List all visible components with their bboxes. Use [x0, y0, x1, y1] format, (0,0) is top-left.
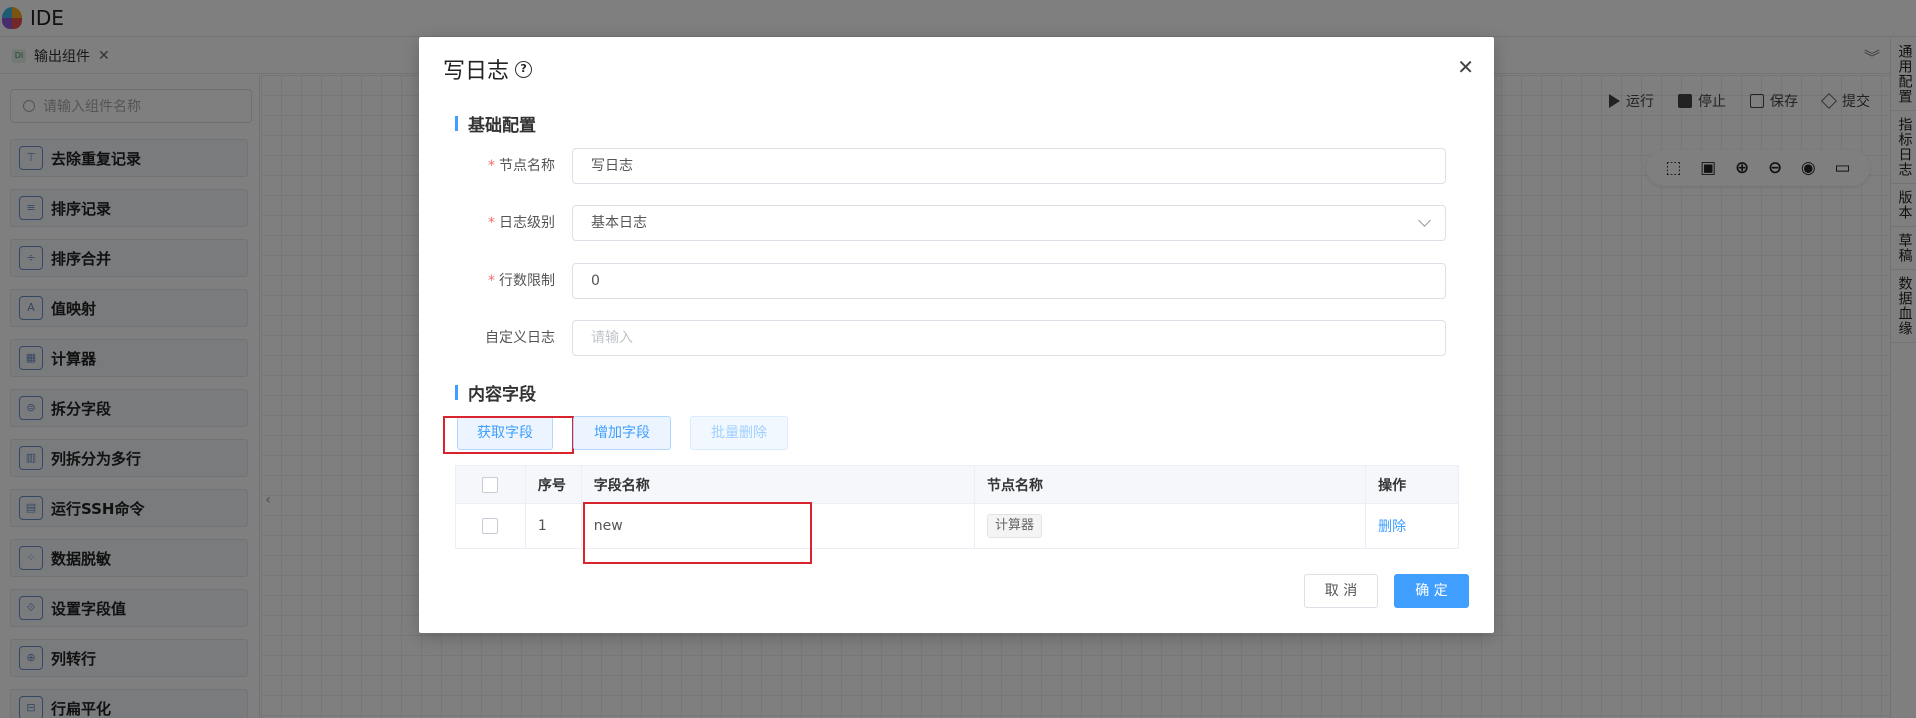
- annotation-highlight: [583, 502, 812, 564]
- add-field-button[interactable]: 增加字段: [573, 416, 671, 450]
- row-index: 1: [526, 504, 582, 548]
- log-level-select[interactable]: 基本日志: [572, 205, 1446, 241]
- row-node-name-cell: 计算器: [975, 504, 1367, 548]
- node-name-row: * 节点名称 写日志: [455, 148, 1459, 184]
- header-checkbox-cell: [456, 466, 526, 503]
- section-basic-config: 基础配置: [455, 111, 536, 136]
- node-name-label: * 节点名称: [488, 158, 555, 174]
- node-name-input[interactable]: 写日志: [572, 148, 1446, 184]
- cancel-button[interactable]: 取 消: [1304, 574, 1378, 608]
- row-limit-row: * 行数限制 0: [455, 263, 1459, 299]
- confirm-button[interactable]: 确 定: [1394, 574, 1469, 608]
- delete-link[interactable]: 删除: [1378, 516, 1406, 536]
- custom-log-label: 自定义日志: [485, 330, 555, 346]
- custom-log-row: 自定义日志 请输入: [455, 320, 1459, 356]
- header-action: 操作: [1378, 477, 1407, 494]
- dialog-title: 写日志 ?: [443, 53, 533, 85]
- header-field-name: 字段名称: [582, 466, 975, 503]
- section-accent-bar: [455, 385, 458, 400]
- write-log-dialog: 写日志 ? ✕ 基础配置 * 节点名称 写日志 * 日志级别 基本日志 * 行数限制 …: [419, 37, 1494, 633]
- header-index: 序号: [526, 466, 582, 503]
- close-icon[interactable]: ✕: [1457, 55, 1474, 79]
- help-icon[interactable]: ?: [515, 60, 533, 78]
- batch-delete-button[interactable]: 批量删除: [690, 416, 788, 450]
- section-accent-bar: [455, 116, 458, 131]
- custom-log-input[interactable]: 请输入: [572, 320, 1446, 356]
- row-checkbox[interactable]: [482, 518, 499, 534]
- log-level-value: 基本日志: [591, 215, 647, 231]
- table-header: 序号 字段名称 节点名称 操作: [456, 466, 1458, 504]
- log-level-row: * 日志级别 基本日志: [455, 205, 1459, 241]
- dialog-title-text: 写日志: [443, 59, 510, 84]
- header-node-name: 节点名称: [975, 466, 1367, 503]
- row-limit-input[interactable]: 0: [572, 263, 1446, 299]
- select-all-checkbox[interactable]: [482, 476, 499, 493]
- section-title-text: 基础配置: [468, 116, 536, 136]
- section-title-text: 内容字段: [468, 385, 536, 405]
- section-content-fields: 内容字段: [455, 380, 536, 405]
- chevron-down-icon: [1418, 214, 1431, 227]
- row-action-cell: 删除: [1366, 504, 1458, 548]
- row-checkbox-cell: [456, 504, 526, 548]
- row-limit-label: * 行数限制: [488, 273, 555, 289]
- node-name-tag: 计算器: [986, 514, 1042, 538]
- log-level-label: * 日志级别: [488, 215, 555, 231]
- annotation-highlight: [443, 416, 574, 454]
